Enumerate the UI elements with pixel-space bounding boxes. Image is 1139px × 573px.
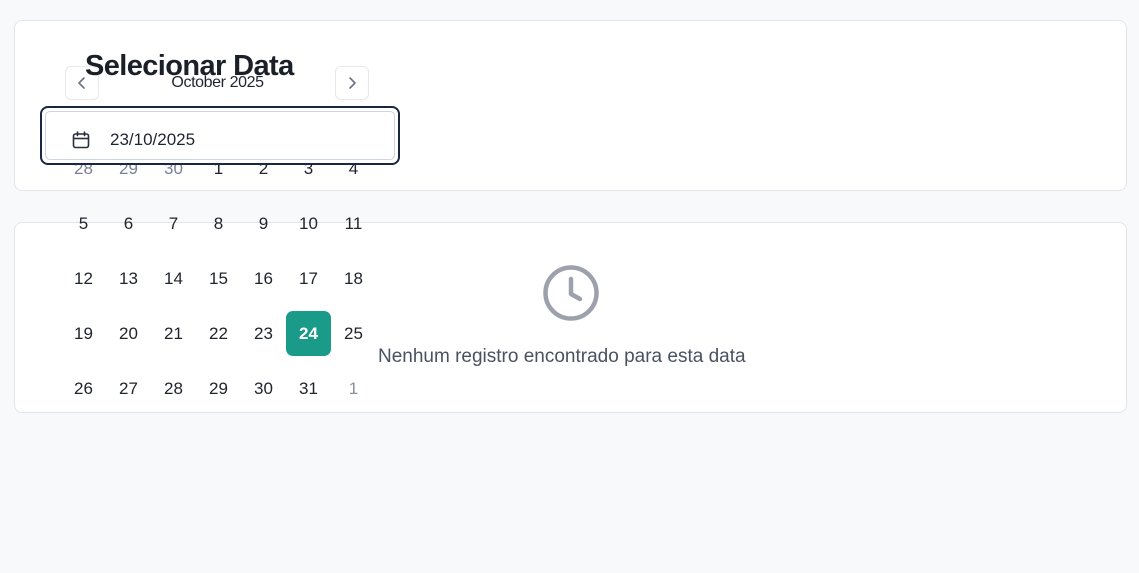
calendar-day[interactable]: 6 xyxy=(106,201,151,246)
next-month-button[interactable] xyxy=(335,66,369,100)
calendar-day[interactable]: 26 xyxy=(61,366,106,411)
calendar-day[interactable]: 29 xyxy=(196,366,241,411)
calendar-day[interactable]: 9 xyxy=(241,201,286,246)
calendar-day[interactable]: 14 xyxy=(151,256,196,301)
date-input-value: 23/10/2025 xyxy=(110,130,196,149)
calendar-day[interactable]: 7 xyxy=(151,201,196,246)
calendar-day[interactable]: 22 xyxy=(196,311,241,356)
calendar-day[interactable]: 18 xyxy=(331,256,376,301)
calendar-day[interactable]: 8 xyxy=(196,201,241,246)
calendar-day[interactable]: 1 xyxy=(331,366,376,411)
chevron-right-icon xyxy=(349,77,356,89)
date-input[interactable]: 23/10/2025 xyxy=(40,106,400,165)
month-label: October 2025 xyxy=(171,74,264,91)
calendar-day[interactable]: 30 xyxy=(241,366,286,411)
empty-state-message: Nenhum registro encontrado para esta dat… xyxy=(378,346,746,367)
calendar-day[interactable]: 5 xyxy=(61,201,106,246)
calendar-day[interactable]: 24 xyxy=(286,311,331,356)
calendar-day[interactable]: 28 xyxy=(151,366,196,411)
calendar-day[interactable]: 21 xyxy=(151,311,196,356)
calendar-day[interactable]: 31 xyxy=(286,366,331,411)
calendar-day[interactable]: 25 xyxy=(331,311,376,356)
calendar-day[interactable]: 23 xyxy=(241,311,286,356)
calendar-day[interactable]: 15 xyxy=(196,256,241,301)
calendar-icon xyxy=(72,131,90,149)
calendar-day[interactable]: 11 xyxy=(331,201,376,246)
calendar-day[interactable]: 17 xyxy=(286,256,331,301)
calendar-day[interactable]: 12 xyxy=(61,256,106,301)
calendar-day[interactable]: 13 xyxy=(106,256,151,301)
calendar-day[interactable]: 20 xyxy=(106,311,151,356)
clock-icon xyxy=(543,265,599,321)
calendar-day[interactable]: 27 xyxy=(106,366,151,411)
calendar-day[interactable]: 19 xyxy=(61,311,106,356)
calendar-day[interactable]: 10 xyxy=(286,201,331,246)
calendar-day[interactable]: 16 xyxy=(241,256,286,301)
date-input-inner: 23/10/2025 xyxy=(45,111,395,160)
